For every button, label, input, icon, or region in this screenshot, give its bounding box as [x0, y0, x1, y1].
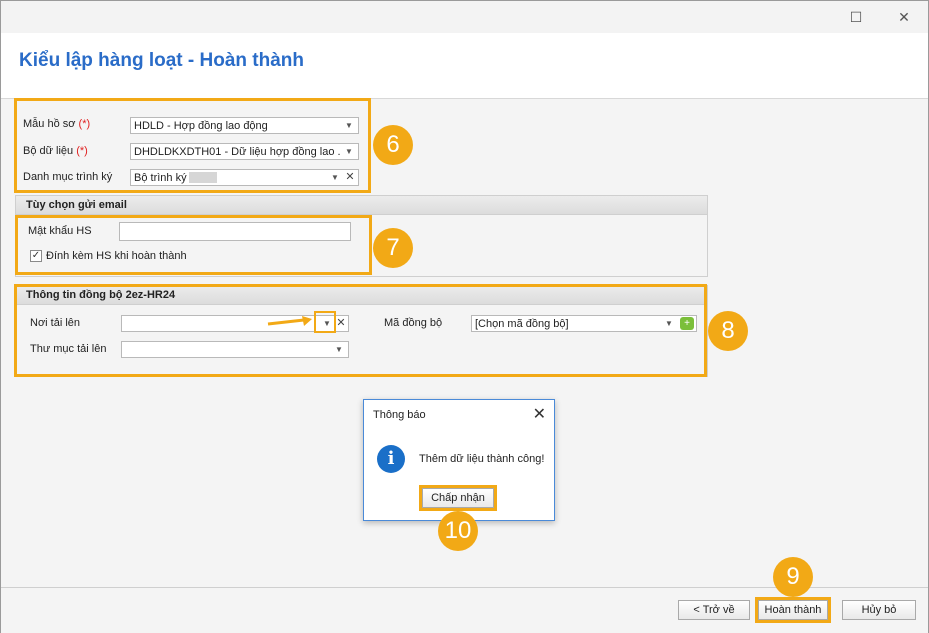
page-header: Kiểu lập hàng loạt - Hoàn thành — [1, 33, 928, 99]
notification-dialog: Thông báo ✕ i Thêm dữ liệu thành công! C… — [363, 399, 555, 521]
dialog-title: Thông báo — [373, 409, 426, 421]
cancel-button[interactable]: Hủy bỏ — [842, 600, 916, 620]
highlight-box-7 — [15, 215, 372, 275]
wizard-window: ☐ ✕ Kiểu lập hàng loạt - Hoàn thành Mẫu … — [0, 0, 929, 633]
info-icon: i — [377, 445, 405, 473]
email-options-header: Tùy chọn gửi email — [16, 196, 707, 215]
step-badge-8: 8 — [708, 311, 748, 351]
title-bar: ☐ ✕ — [1, 1, 928, 33]
dialog-close-icon[interactable]: ✕ — [533, 404, 546, 424]
finish-highlight — [755, 597, 831, 623]
close-icon[interactable]: ✕ — [894, 7, 914, 27]
page-title: Kiểu lập hàng loạt - Hoàn thành — [19, 50, 304, 71]
maximize-icon[interactable]: ☐ — [846, 7, 866, 27]
back-button[interactable]: < Trở về — [678, 600, 750, 620]
highlight-box-6 — [14, 98, 371, 193]
dialog-message: Thêm dữ liệu thành công! — [419, 453, 545, 465]
step-badge-7: 7 — [373, 228, 413, 268]
step-badge-9: 9 — [773, 557, 813, 597]
ok-highlight — [419, 485, 497, 511]
step-badge-6: 6 — [373, 125, 413, 165]
highlight-box-8 — [14, 284, 707, 377]
step-badge-10: 10 — [438, 511, 478, 551]
